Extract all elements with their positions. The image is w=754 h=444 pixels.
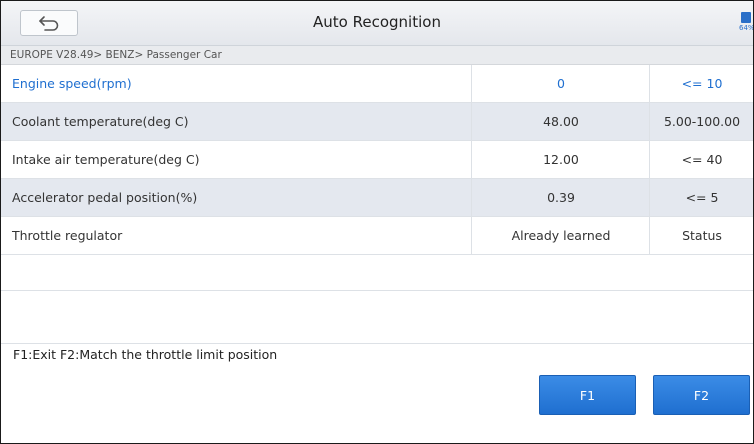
row-value: 48.00 — [471, 103, 650, 140]
row-name: Accelerator pedal position(%) — [12, 190, 198, 205]
row-value: 0.39 — [471, 179, 650, 216]
table-row[interactable]: Accelerator pedal position(%) 0.39 <= 5 — [1, 179, 753, 217]
row-value: Already learned — [471, 217, 650, 254]
table-row[interactable]: Engine speed(rpm) 0 <= 10 — [1, 65, 753, 103]
row-range: <= 5 — [649, 179, 753, 216]
battery-percent: 64% — [739, 24, 753, 32]
row-name: Engine speed(rpm) — [12, 76, 132, 91]
f1-button[interactable]: F1 — [539, 375, 636, 415]
row-range: <= 40 — [649, 141, 753, 178]
row-value: 12.00 — [471, 141, 650, 178]
battery-indicator: 64% — [739, 12, 753, 34]
row-value: 0 — [471, 65, 650, 102]
title-bar: Auto Recognition 64% — [1, 1, 753, 46]
row-name: Intake air temperature(deg C) — [12, 152, 200, 167]
table-row-empty — [1, 255, 753, 291]
table-row[interactable]: Coolant temperature(deg C) 48.00 5.00-10… — [1, 103, 753, 141]
row-range: Status — [649, 217, 753, 254]
row-range: 5.00-100.00 — [649, 103, 753, 140]
row-name: Throttle regulator — [12, 228, 123, 243]
data-table: Engine speed(rpm) 0 <= 10 Coolant temper… — [1, 65, 753, 291]
table-row[interactable]: Intake air temperature(deg C) 12.00 <= 4… — [1, 141, 753, 179]
breadcrumb: EUROPE V28.49> BENZ> Passenger Car — [1, 46, 753, 65]
app-window: Auto Recognition 64% EUROPE V28.49> BENZ… — [0, 0, 754, 444]
row-name: Coolant temperature(deg C) — [12, 114, 189, 129]
table-row[interactable]: Throttle regulator Already learned Statu… — [1, 217, 753, 255]
f2-button[interactable]: F2 — [653, 375, 750, 415]
page-title: Auto Recognition — [313, 13, 441, 31]
help-panel: F1:Exit F2:Match the throttle limit posi… — [1, 343, 753, 443]
row-range: <= 10 — [649, 65, 753, 102]
battery-icon — [741, 12, 751, 23]
help-text: F1:Exit F2:Match the throttle limit posi… — [13, 347, 278, 362]
